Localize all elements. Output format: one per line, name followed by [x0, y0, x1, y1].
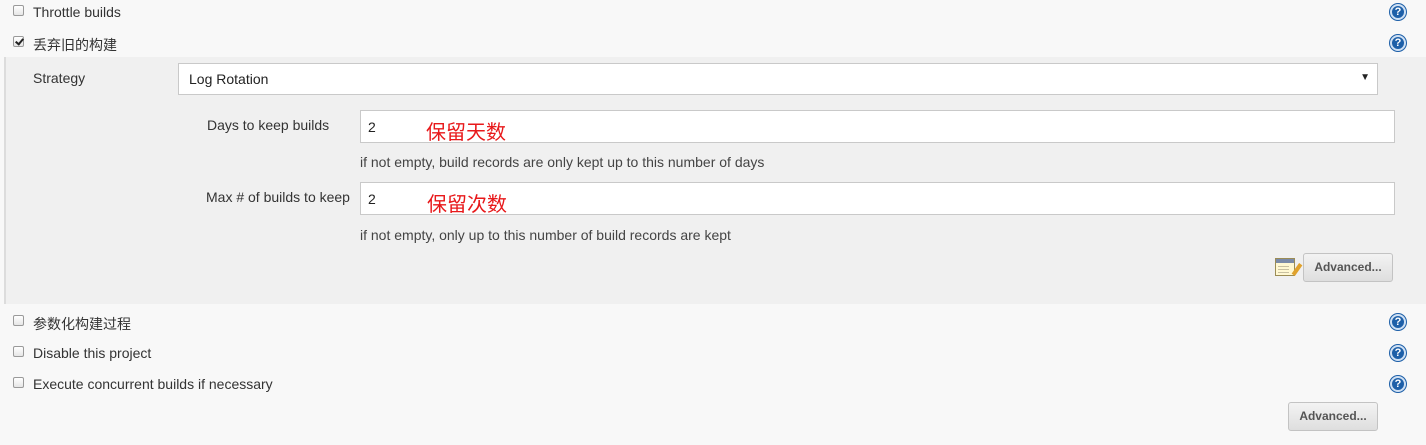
max-builds-annotation: 保留次数: [427, 194, 507, 216]
footer-advanced-button[interactable]: Advanced...: [1288, 402, 1378, 431]
days-annotation: 保留天数: [426, 122, 506, 144]
strategy-value: Log Rotation: [189, 71, 269, 87]
option-throttle-builds: Throttle builds ?: [0, 0, 1426, 24]
days-to-keep-label: Days to keep builds: [207, 117, 330, 133]
help-icon[interactable]: ?: [1390, 4, 1406, 20]
concurrent-builds-checkbox[interactable]: [13, 377, 24, 388]
days-to-keep-value: 2: [368, 119, 376, 135]
strategy-select[interactable]: Log Rotation ▼: [178, 63, 1378, 95]
notepad-icon: [1275, 258, 1303, 276]
max-builds-value: 2: [368, 191, 376, 207]
parameterized-label: 参数化构建过程: [33, 316, 131, 332]
option-disable-project: Disable this project ?: [0, 341, 1426, 365]
throttle-builds-label: Throttle builds: [33, 4, 121, 20]
disable-project-label: Disable this project: [33, 345, 152, 361]
help-icon[interactable]: ?: [1390, 345, 1406, 361]
option-concurrent-builds: Execute concurrent builds if necessary ?: [0, 372, 1426, 396]
notepad-lines: [1278, 266, 1289, 274]
chevron-down-icon: ▼: [1360, 72, 1370, 83]
option-discard-old-builds: 丢弃旧的构建 ?: [0, 30, 1426, 56]
advanced-button[interactable]: Advanced...: [1303, 253, 1393, 282]
disable-project-checkbox[interactable]: [13, 346, 24, 357]
max-builds-hint: if not empty, only up to this number of …: [360, 227, 731, 243]
days-to-keep-hint: if not empty, build records are only kep…: [360, 154, 765, 170]
days-to-keep-input[interactable]: 2: [360, 110, 1395, 143]
help-icon[interactable]: ?: [1390, 376, 1406, 392]
discard-old-builds-label: 丢弃旧的构建: [33, 37, 117, 53]
help-icon[interactable]: ?: [1390, 35, 1406, 51]
discard-old-builds-checkbox[interactable]: [13, 36, 24, 47]
parameterized-checkbox[interactable]: [13, 315, 24, 326]
strategy-label: Strategy: [33, 70, 86, 86]
max-builds-input[interactable]: 2: [360, 182, 1395, 215]
concurrent-builds-label: Execute concurrent builds if necessary: [33, 376, 273, 392]
throttle-builds-checkbox[interactable]: [13, 5, 24, 16]
help-icon[interactable]: ?: [1390, 314, 1406, 330]
max-builds-label: Max # of builds to keep: [206, 189, 350, 205]
option-parameterized: 参数化构建过程 ?: [0, 310, 1426, 334]
